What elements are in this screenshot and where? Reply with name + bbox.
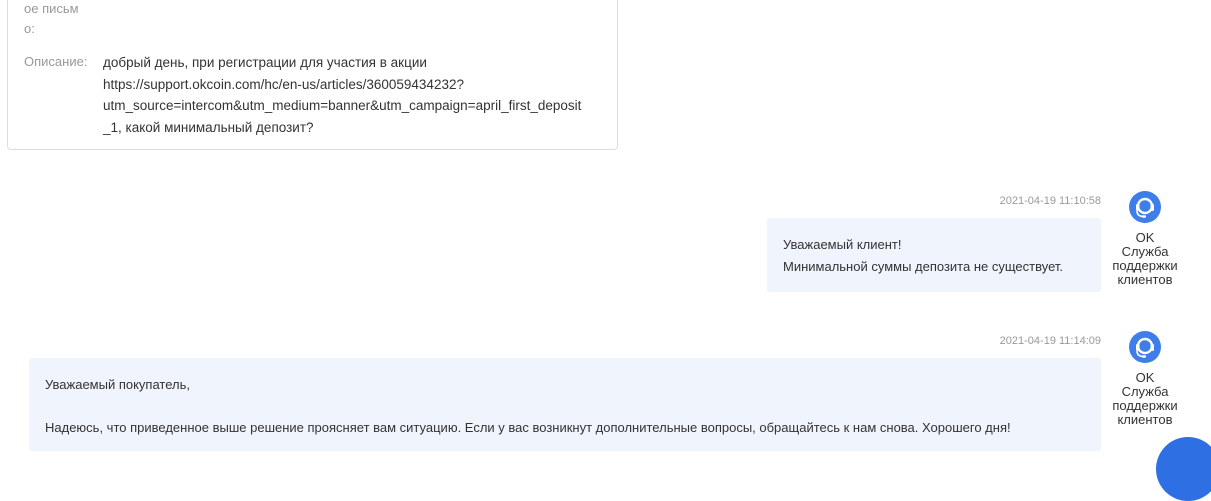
message-timestamp: 2021-04-19 11:14:09 [999,335,1101,347]
message-bubble: Уважаемый покупатель, Надеюсь, что приве… [29,358,1101,451]
description-label: Описание: [24,54,88,69]
headset-agent-icon [1129,191,1161,223]
agent-name: OK Служба поддержки клиентов [1112,370,1178,427]
headset-agent-icon [1129,331,1161,363]
message-timestamp: 2021-04-19 11:10:58 [999,195,1101,207]
message-bubble: Уважаемый клиент! Минимальной суммы депо… [767,218,1101,292]
message-author: OK Служба поддержки клиентов [1110,331,1180,427]
field-label-fragment: ое письм [24,1,79,16]
chat-widget-button[interactable] [1156,437,1211,501]
description-value: добрый день, при регистрации для участия… [103,55,582,135]
agent-name: OK Служба поддержки клиентов [1112,230,1178,287]
ticket-details-card: ое письм о: Описание: добрый день, при р… [7,0,618,150]
field-label-fragment-continued: о: [24,21,35,36]
message-author: OK Служба поддержки клиентов [1110,191,1180,287]
